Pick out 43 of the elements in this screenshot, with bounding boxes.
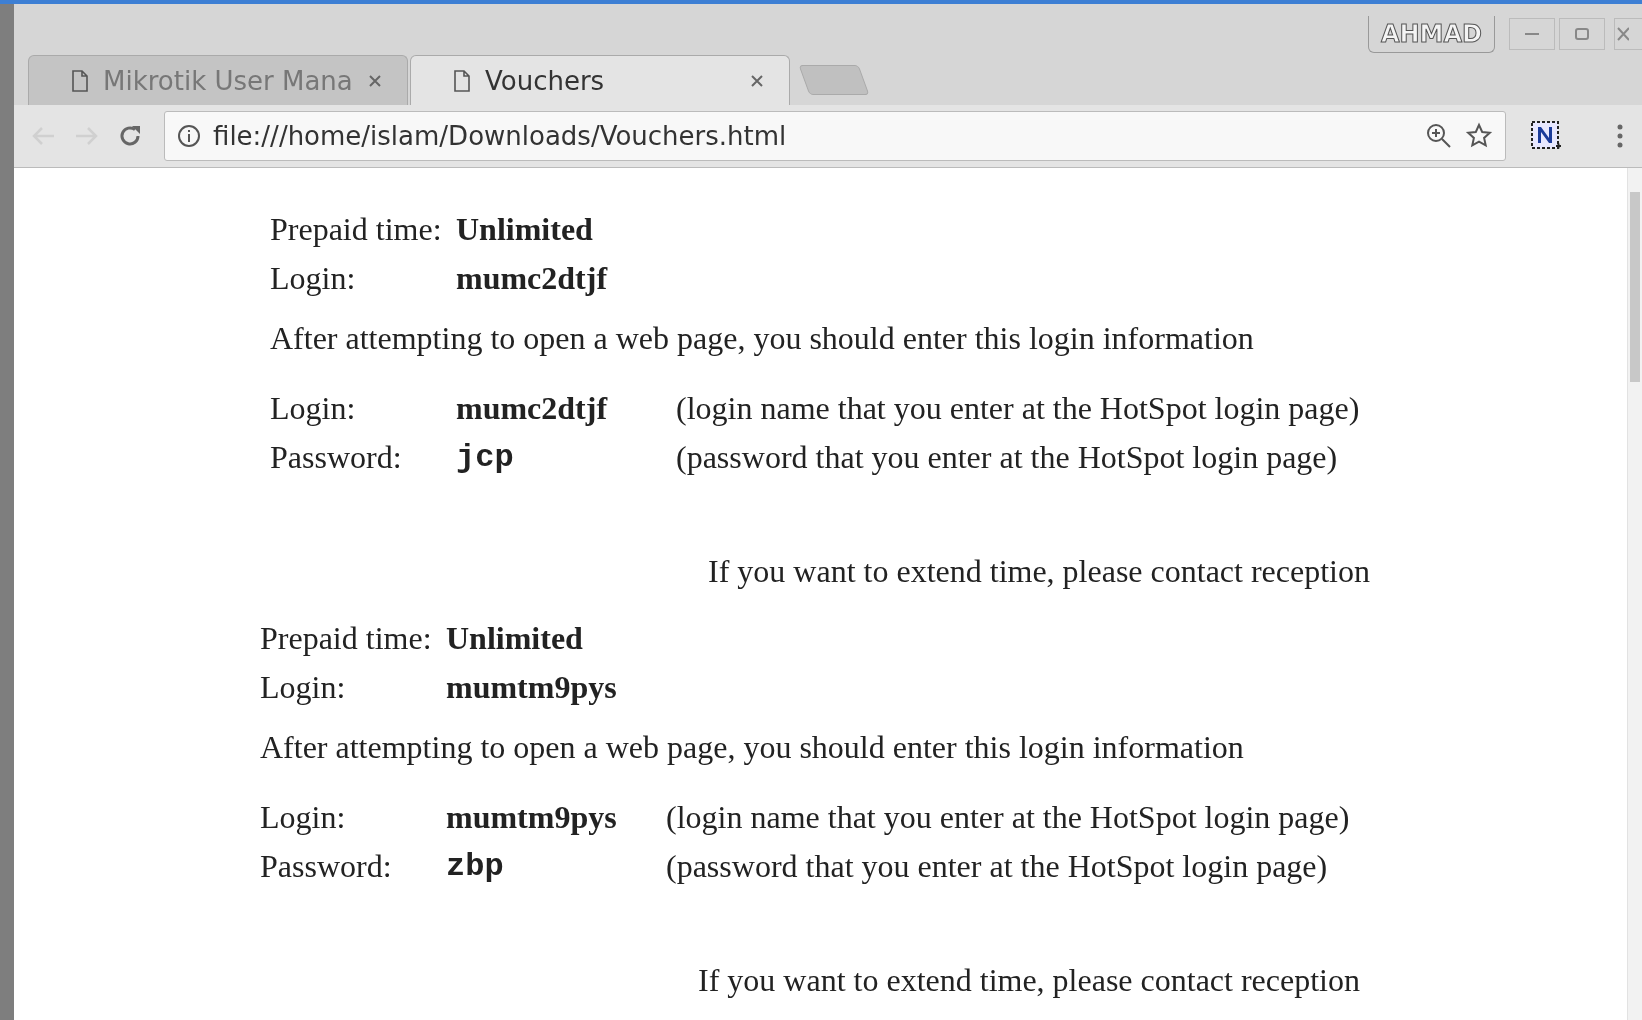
minimize-icon <box>1525 32 1539 36</box>
field-value: Unlimited <box>456 210 594 249</box>
field-note: (password that you enter at the HotSpot login page) <box>666 847 1329 886</box>
field-note: (login name that you enter at the HotSpot login page) <box>676 389 1360 428</box>
field-label: Login: <box>270 389 357 428</box>
field-label: Prepaid time: <box>260 619 433 658</box>
extension-icon[interactable] <box>1530 120 1562 152</box>
star-icon[interactable] <box>1465 122 1493 150</box>
field-label: Login: <box>260 668 347 707</box>
maximize-button[interactable] <box>1559 18 1605 50</box>
field-note: (login name that you enter at the HotSpot login page) <box>666 798 1350 837</box>
instruction-text: After attempting to open a web page, you should enter this login information <box>260 728 1245 767</box>
footer-text: If you want to extend time, please contact reception <box>708 552 1370 591</box>
field-label: Prepaid time: <box>270 210 443 249</box>
info-icon[interactable] <box>177 124 201 148</box>
page-icon <box>71 69 89 92</box>
login-value: mumtm9pys <box>446 798 618 837</box>
url-text: file:///home/islam/Downloads/Vouchers.html <box>213 121 788 151</box>
login-value: mumc2dtjf <box>456 389 609 428</box>
scrollbar-thumb[interactable] <box>1630 192 1640 382</box>
field-value: Unlimited <box>446 619 584 658</box>
browser-tab[interactable]: Vouchers <box>410 55 790 105</box>
instruction-text: After attempting to open a web page, you should enter this login information <box>270 319 1255 358</box>
field-value: mumtm9pys <box>446 668 617 707</box>
field-note: (password that you enter at the HotSpot login page) <box>676 438 1339 477</box>
address-bar[interactable]: file:///home/islam/Downloads/Vouchers.html <box>164 111 1506 161</box>
field-value: mumc2dtjf <box>456 259 608 298</box>
scrollbar[interactable] <box>1627 168 1642 1020</box>
password-value: zbp <box>446 847 505 887</box>
tab-title: Mikrotik User Mana <box>103 65 353 96</box>
menu-icon[interactable] <box>1616 122 1624 150</box>
field-label: Password: <box>260 847 393 886</box>
close-tab-icon[interactable] <box>749 72 765 89</box>
password-value: jcp <box>456 438 515 478</box>
field-label: Login: <box>260 798 347 837</box>
close-tab-icon[interactable] <box>367 72 383 89</box>
close-button[interactable] <box>1614 18 1642 50</box>
field-label: Login: <box>270 259 357 298</box>
field-label: Password: <box>270 438 403 477</box>
tab-title: Vouchers <box>485 65 606 96</box>
page-icon <box>453 69 471 92</box>
zoom-icon[interactable] <box>1425 122 1453 150</box>
footer-text: If you want to extend time, please contact reception <box>698 961 1360 1000</box>
